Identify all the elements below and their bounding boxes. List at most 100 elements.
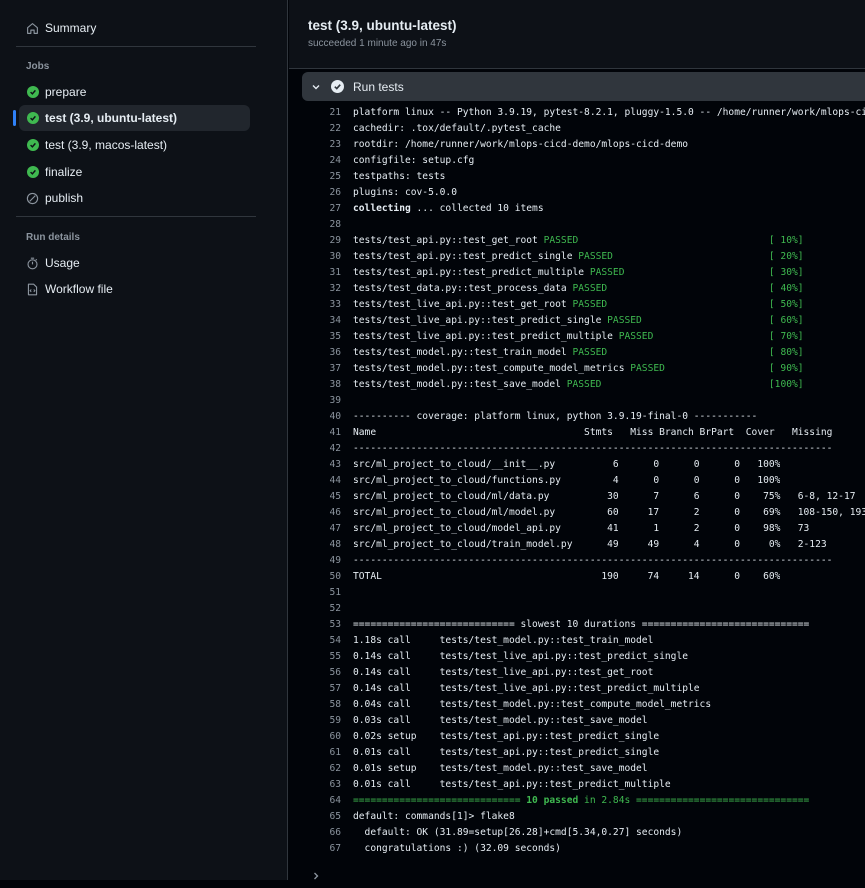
- log-line-number[interactable]: 47: [289, 521, 341, 537]
- log-line-number[interactable]: 43: [289, 457, 341, 473]
- sidebar-item-job-publish[interactable]: publish: [19, 185, 250, 211]
- log-line-number[interactable]: 35: [289, 329, 341, 345]
- log-line-number[interactable]: 44: [289, 473, 341, 489]
- log-line-text: tests/test_live_api.py::test_predict_mul…: [353, 329, 804, 345]
- log-line-number[interactable]: 59: [289, 713, 341, 729]
- log-segment: [665, 363, 769, 374]
- log-line-number[interactable]: 61: [289, 745, 341, 761]
- log-line-number[interactable]: 52: [289, 601, 341, 617]
- log-segment: plugins: cov-5.0.0: [353, 187, 457, 198]
- log-line-number[interactable]: 65: [289, 809, 341, 825]
- sidebar-item-label: publish: [45, 191, 84, 205]
- log-segment: 0.02s setup tests/test_api.py::test_pred…: [353, 731, 660, 742]
- log-line-text: ---------- coverage: platform linux, pyt…: [353, 409, 757, 425]
- log-line-number[interactable]: 27: [289, 201, 341, 217]
- chevron-right-icon[interactable]: [310, 869, 322, 887]
- log-segment: [624, 267, 768, 278]
- log-line-number[interactable]: 25: [289, 169, 341, 185]
- log-line-number[interactable]: 57: [289, 681, 341, 697]
- log-line-number[interactable]: 32: [289, 281, 341, 297]
- log-line: 61 0.01s call tests/test_api.py::test_pre…: [289, 745, 865, 761]
- log-line-number[interactable]: 34: [289, 313, 341, 329]
- sidebar-item-label: prepare: [45, 85, 87, 99]
- log-line-number[interactable]: 67: [289, 841, 341, 857]
- sidebar-item-label: Usage: [45, 256, 80, 270]
- log-line-number[interactable]: 21: [289, 105, 341, 121]
- log-line: 37 tests/test_model.py::test_compute_mode…: [289, 361, 865, 377]
- log-line: 58 0.04s call tests/test_model.py::test_c…: [289, 697, 865, 713]
- chevron-down-icon[interactable]: [310, 81, 322, 93]
- log-line-number[interactable]: 37: [289, 361, 341, 377]
- log-segment: [578, 235, 769, 246]
- log-line-number[interactable]: 45: [289, 489, 341, 505]
- log-line-number[interactable]: 49: [289, 553, 341, 569]
- log-line-text: configfile: setup.cfg: [353, 153, 474, 169]
- log-segment: [ 40%]: [768, 283, 804, 294]
- log-line-number[interactable]: 23: [289, 137, 341, 153]
- log-line: 45 src/ml_project_to_cloud/ml/data.py 30 …: [289, 489, 865, 505]
- sidebar-item-job-finalize[interactable]: finalize: [19, 159, 250, 185]
- log-line-number[interactable]: 54: [289, 633, 341, 649]
- log-line: 67 congratulations :) (32.09 seconds): [289, 841, 865, 857]
- log-segment: [653, 331, 769, 342]
- log-segment: PASSED: [618, 331, 654, 342]
- sidebar-item-job-test-macos[interactable]: test (3.9, macos-latest): [19, 132, 250, 158]
- sidebar-item-usage[interactable]: Usage: [19, 250, 250, 276]
- log-line-number[interactable]: 50: [289, 569, 341, 585]
- log-segment: testpaths: tests: [353, 171, 446, 182]
- log-line-number[interactable]: 29: [289, 233, 341, 249]
- sidebar-item-summary[interactable]: Summary: [19, 15, 250, 41]
- log-line-number[interactable]: 26: [289, 185, 341, 201]
- log-line-number[interactable]: 66: [289, 825, 341, 841]
- log-segment: [ 30%]: [768, 267, 804, 278]
- sidebar-item-job-test-ubuntu[interactable]: test (3.9, ubuntu-latest): [13, 105, 250, 131]
- log-line-number[interactable]: 24: [289, 153, 341, 169]
- log-line-text: src/ml_project_to_cloud/functions.py 4 0…: [353, 473, 780, 489]
- sidebar-item-workflow-file[interactable]: Workflow file: [19, 276, 250, 302]
- log-line: 39: [289, 393, 865, 409]
- log-line-number[interactable]: 60: [289, 729, 341, 745]
- log-line-number[interactable]: 64: [289, 793, 341, 809]
- log-line-number[interactable]: 40: [289, 409, 341, 425]
- log-line-text: ----------------------------------------…: [353, 553, 832, 569]
- sidebar-item-job-prepare[interactable]: prepare: [19, 79, 250, 105]
- log-line-number[interactable]: 30: [289, 249, 341, 265]
- log-line-text: tests/test_model.py::test_train_model PA…: [353, 345, 804, 361]
- log-line-number[interactable]: 28: [289, 217, 341, 233]
- log-segment: src/ml_project_to_cloud/ml/data.py 30 7 …: [353, 491, 856, 502]
- log-line-number[interactable]: 46: [289, 505, 341, 521]
- next-step-collapsed[interactable]: [302, 868, 865, 888]
- log-line-number[interactable]: 36: [289, 345, 341, 361]
- log-line-number[interactable]: 55: [289, 649, 341, 665]
- log-line-number[interactable]: 58: [289, 697, 341, 713]
- log-segment: tests/test_api.py::test_get_root: [353, 235, 544, 246]
- log-line-number[interactable]: 51: [289, 585, 341, 601]
- log-line-number[interactable]: 63: [289, 777, 341, 793]
- log-segment: =============================: [353, 795, 527, 806]
- job-title: test (3.9, ubuntu-latest): [308, 18, 457, 33]
- log-line-number[interactable]: 31: [289, 265, 341, 281]
- log-line-number[interactable]: 22: [289, 121, 341, 137]
- log-segment: src/ml_project_to_cloud/ml/model.py 60 1…: [353, 507, 865, 518]
- log-segment: 0.14s call tests/test_live_api.py::test_…: [353, 667, 654, 678]
- log-line: 52: [289, 601, 865, 617]
- log-line-number[interactable]: 42: [289, 441, 341, 457]
- log-segment: tests/test_model.py::test_compute_model_…: [353, 363, 631, 374]
- log-line-number[interactable]: 39: [289, 393, 341, 409]
- log-line-number[interactable]: 62: [289, 761, 341, 777]
- log-segment: ---------- coverage: platform linux, pyt…: [353, 411, 758, 422]
- log-line-number[interactable]: 56: [289, 665, 341, 681]
- step-run-tests[interactable]: Run tests: [302, 72, 865, 101]
- log-segment: PASSED: [578, 251, 613, 262]
- log-segment: src/ml_project_to_cloud/__init__.py 6 0 …: [353, 459, 781, 470]
- log-line-text: tests/test_model.py::test_compute_model_…: [353, 361, 804, 377]
- log-segment: [ 90%]: [768, 363, 804, 374]
- log-segment: 10 passed: [526, 795, 579, 806]
- log-line-text: 0.01s call tests/test_api.py::test_predi…: [353, 777, 671, 793]
- log-line-number[interactable]: 48: [289, 537, 341, 553]
- log-line-number[interactable]: 53: [289, 617, 341, 633]
- log-segment: PASSED: [572, 347, 608, 358]
- log-line-number[interactable]: 38: [289, 377, 341, 393]
- log-line-number[interactable]: 41: [289, 425, 341, 441]
- log-line-number[interactable]: 33: [289, 297, 341, 313]
